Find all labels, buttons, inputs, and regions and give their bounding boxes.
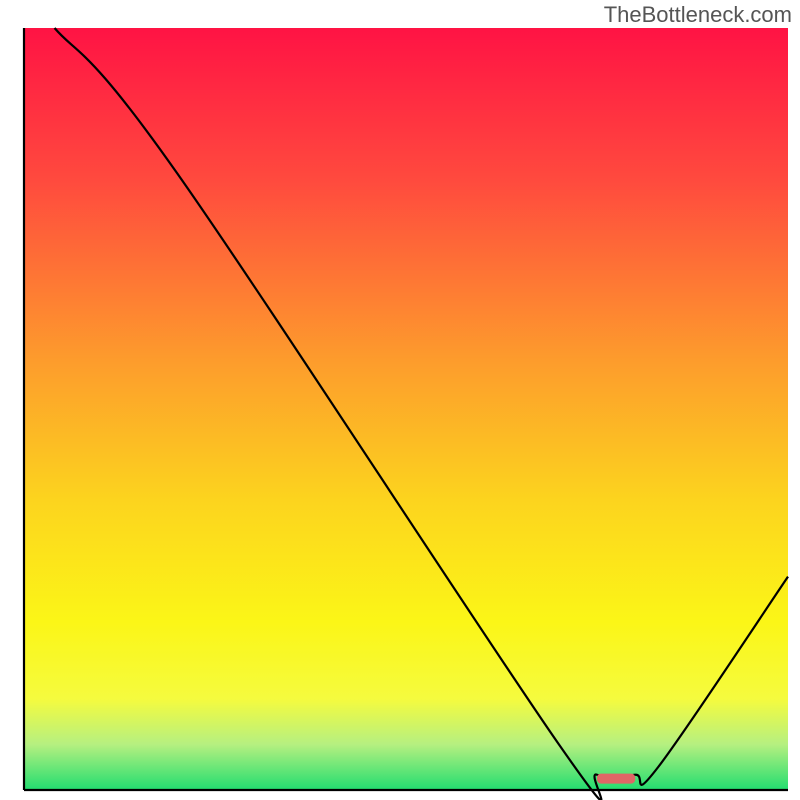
optimum-marker [597,774,635,784]
chart-container: TheBottleneck.com [0,0,800,800]
gradient-background [24,28,788,790]
bottleneck-plot [0,0,800,800]
watermark-text: TheBottleneck.com [604,2,792,28]
